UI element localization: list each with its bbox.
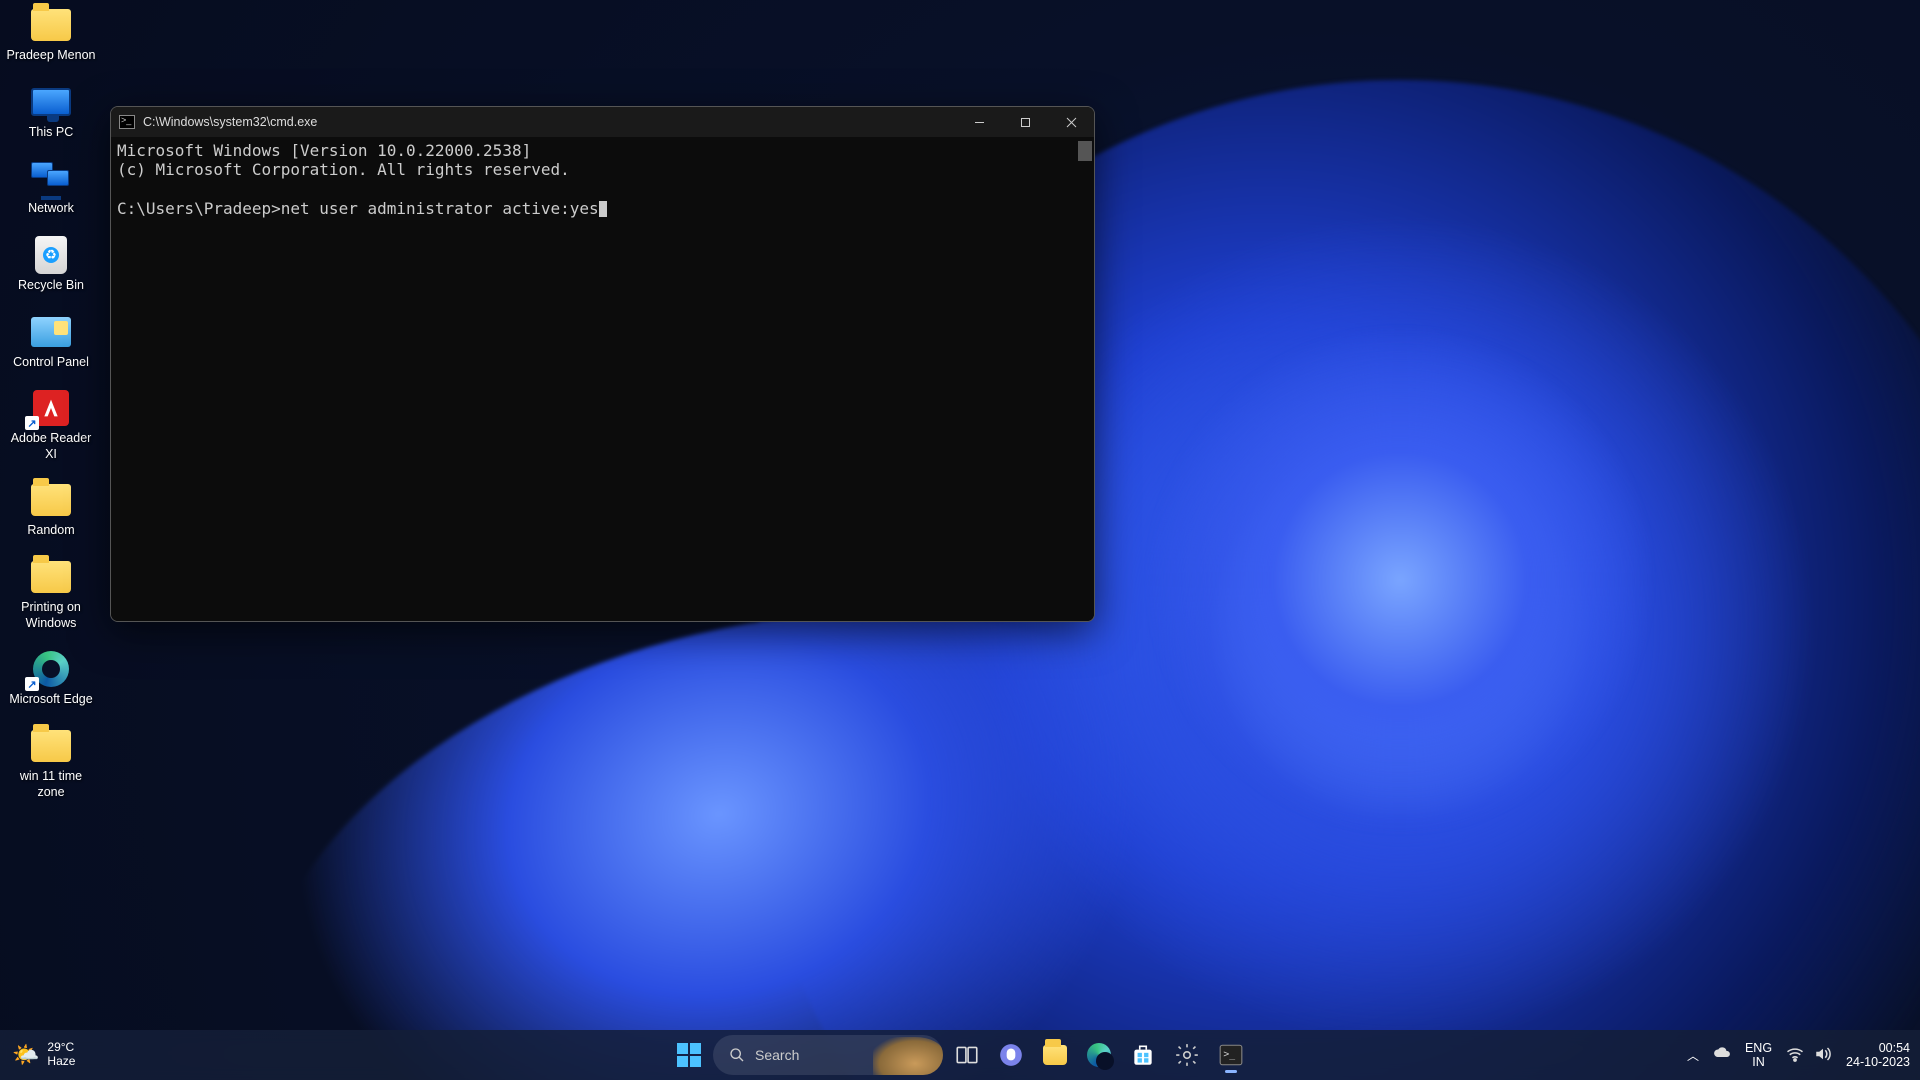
- desktop-icon-label: Random: [27, 523, 74, 539]
- folder-icon: [31, 561, 71, 593]
- desktop-icon-label: Adobe Reader XI: [5, 431, 97, 462]
- start-button[interactable]: [669, 1035, 709, 1075]
- weather-condition: Haze: [47, 1055, 75, 1069]
- taskbar-edge[interactable]: [1079, 1035, 1119, 1075]
- taskbar-task-view[interactable]: [947, 1035, 987, 1075]
- cmd-scrollbar-thumb[interactable]: [1078, 141, 1092, 161]
- desktop-icon-label: Control Panel: [13, 355, 89, 371]
- search-placeholder: Search: [755, 1047, 799, 1063]
- taskbar-file-explorer[interactable]: [1035, 1035, 1075, 1075]
- volume-icon[interactable]: [1814, 1046, 1832, 1065]
- folder-icon: [31, 9, 71, 41]
- desktop-icon-label: Pradeep Menon: [7, 48, 96, 64]
- taskbar-cmd[interactable]: >_: [1211, 1035, 1251, 1075]
- desktop-icon-pradeep-menon[interactable]: Pradeep Menon: [5, 5, 97, 64]
- desktop-icon-win11-time-zone[interactable]: win 11 time zone: [5, 726, 97, 800]
- weather-temp: 29°C: [47, 1041, 75, 1055]
- folder-icon: [31, 484, 71, 516]
- cmd-titlebar[interactable]: C:\Windows\system32\cmd.exe: [111, 107, 1094, 137]
- shortcut-overlay-icon: ↗: [25, 416, 39, 430]
- cmd-typed-command: net user administrator active:yes: [281, 199, 599, 218]
- systray-overflow-button[interactable]: ︿: [1687, 1047, 1699, 1064]
- language-bottom: IN: [1745, 1055, 1772, 1069]
- taskbar-clock[interactable]: 00:54 24-10-2023: [1846, 1041, 1910, 1070]
- edge-icon: [1087, 1043, 1111, 1067]
- desktop-icon-label: Microsoft Edge: [9, 692, 92, 708]
- taskbar-center: Search >_: [669, 1035, 1251, 1075]
- onedrive-icon[interactable]: [1713, 1047, 1731, 1064]
- taskbar-settings[interactable]: [1167, 1035, 1207, 1075]
- cmd-window[interactable]: C:\Windows\system32\cmd.exe Microsoft Wi…: [110, 106, 1095, 622]
- cmd-icon: >_: [1218, 1042, 1244, 1068]
- minimize-button[interactable]: [956, 107, 1002, 137]
- taskbar: 🌤️ 29°C Haze Search: [0, 1030, 1920, 1080]
- chat-icon: [998, 1042, 1024, 1068]
- cmd-title-text: C:\Windows\system32\cmd.exe: [143, 115, 317, 129]
- cmd-output-line: (c) Microsoft Corporation. All rights re…: [117, 160, 570, 179]
- desktop-icon-label: Network: [28, 201, 74, 217]
- cmd-prompt: C:\Users\Pradeep>: [117, 199, 281, 218]
- taskbar-search[interactable]: Search: [713, 1035, 943, 1075]
- clock-time: 00:54: [1846, 1041, 1910, 1055]
- desktop-icon-label: This PC: [29, 125, 73, 141]
- desktop-icon-microsoft-edge[interactable]: ↗ Microsoft Edge: [5, 649, 97, 708]
- cmd-output-line: Microsoft Windows [Version 10.0.22000.25…: [117, 141, 531, 160]
- language-top: ENG: [1745, 1041, 1772, 1055]
- svg-text:>_: >_: [1223, 1049, 1235, 1060]
- desktop-icon-label: Printing on Windows: [5, 600, 97, 631]
- gear-icon: [1174, 1042, 1200, 1068]
- cmd-cursor: [599, 201, 607, 217]
- control-panel-icon: [31, 317, 71, 347]
- close-button[interactable]: [1048, 107, 1094, 137]
- desktop-icon-printing-on-windows[interactable]: Printing on Windows: [5, 557, 97, 631]
- taskbar-microsoft-store[interactable]: [1123, 1035, 1163, 1075]
- task-view-icon: [954, 1042, 980, 1068]
- search-icon: [729, 1047, 745, 1063]
- desktop-icon-label: win 11 time zone: [5, 769, 97, 800]
- desktop-icon-network[interactable]: Network: [5, 158, 97, 217]
- search-artwork: [873, 1037, 943, 1075]
- desktop-icon-control-panel[interactable]: Control Panel: [5, 312, 97, 371]
- folder-icon: [31, 730, 71, 762]
- cmd-terminal-body[interactable]: Microsoft Windows [Version 10.0.22000.25…: [111, 137, 1094, 621]
- desktop-icon-adobe-reader[interactable]: ↗ Adobe Reader XI: [5, 388, 97, 462]
- desktop-icon-random[interactable]: Random: [5, 480, 97, 539]
- maximize-button[interactable]: [1002, 107, 1048, 137]
- desktop-icon-label: Recycle Bin: [18, 278, 84, 294]
- windows-logo-icon: [677, 1043, 701, 1067]
- taskbar-weather-widget[interactable]: 🌤️ 29°C Haze: [12, 1041, 75, 1069]
- desktop-icon-recycle-bin[interactable]: Recycle Bin: [5, 235, 97, 294]
- desktop-icons-column: Pradeep Menon This PC Network Recycle Bi…: [5, 5, 97, 800]
- wifi-icon[interactable]: [1786, 1046, 1804, 1065]
- store-icon: [1130, 1042, 1156, 1068]
- desktop-icon-this-pc[interactable]: This PC: [5, 82, 97, 141]
- shortcut-overlay-icon: ↗: [25, 677, 39, 691]
- taskbar-chat[interactable]: [991, 1035, 1031, 1075]
- clock-date: 24-10-2023: [1846, 1055, 1910, 1069]
- taskbar-systray: ︿ ENG IN 00:54 24-10-2023: [1687, 1041, 1910, 1070]
- language-indicator[interactable]: ENG IN: [1745, 1041, 1772, 1070]
- file-explorer-icon: [1043, 1045, 1067, 1065]
- network-icon: [31, 162, 71, 194]
- recycle-bin-icon: [35, 236, 67, 274]
- weather-icon: 🌤️: [12, 1042, 39, 1068]
- cmd-app-icon: [119, 115, 135, 129]
- monitor-icon: [31, 88, 71, 116]
